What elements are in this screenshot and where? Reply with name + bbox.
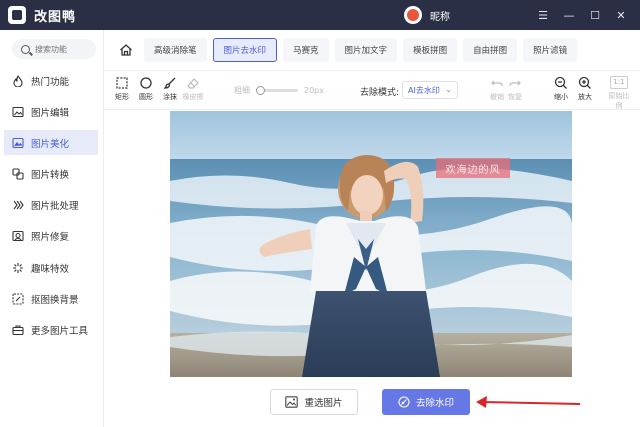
repair-icon	[12, 231, 24, 242]
maximize-icon[interactable]: ☐	[582, 0, 608, 30]
image-icon	[285, 396, 299, 408]
original-ratio-button[interactable]: 1:1 原始比例	[606, 76, 632, 111]
minimize-icon[interactable]: —	[556, 0, 582, 30]
edit-toolbar: 矩形 圆形 涂抹 橡皮擦 粗细 20px 去除模式: AI去水印 ⌄ 撤销 恢复…	[104, 70, 640, 110]
window-controls: ☰ — ☐ ✕	[530, 0, 634, 30]
zoom-out-icon	[554, 76, 567, 89]
chevron-down-icon: ⌄	[445, 85, 452, 94]
sidebar-item-image-beautify[interactable]: 图片美化	[4, 130, 98, 156]
search-input[interactable]	[35, 44, 95, 54]
circle-tool[interactable]: 圆形	[135, 76, 157, 102]
tab-advanced-eraser[interactable]: 高级消除笔	[144, 38, 207, 62]
batch-icon	[13, 200, 24, 210]
circle-tool-label: 圆形	[139, 93, 153, 101]
sidebar-item-more-tools[interactable]: 更多图片工具	[4, 318, 98, 343]
eraser-tool-label: 橡皮擦	[182, 93, 204, 101]
watermark-text[interactable]: 欢海边的风	[436, 158, 510, 178]
canvas-area: 欢海边的风 重选图片 去除水印	[104, 111, 640, 427]
rect-tool-label: 矩形	[115, 93, 129, 101]
image-edit-icon	[12, 106, 24, 117]
user-name[interactable]: 昵称	[430, 8, 450, 23]
reselect-image-button[interactable]: 重选图片	[270, 389, 358, 415]
redo-label: 恢复	[508, 93, 522, 101]
tab-add-text[interactable]: 图片加文字	[334, 38, 398, 62]
app-title: 改图鸭	[34, 9, 77, 25]
redo-button[interactable]: 恢复	[504, 76, 526, 102]
zoom-out-button[interactable]: 缩小	[550, 76, 572, 102]
sidebar-item-image-edit[interactable]: 图片编辑	[4, 99, 98, 124]
sidebar-item-label: 图片批处理	[31, 201, 79, 213]
remove-mode-select[interactable]: AI去水印 ⌄	[402, 81, 458, 99]
sidebar-item-batch[interactable]: 图片批处理	[4, 193, 98, 218]
tab-photo-filter[interactable]: 照片滤镜	[523, 38, 578, 62]
undo-icon	[491, 80, 503, 87]
brush-size-value: 20px	[304, 86, 324, 95]
ratio-label: 原始比例	[608, 92, 630, 110]
user-profile[interactable]: 昵称	[404, 5, 450, 25]
zoom-in-label: 放大	[578, 93, 592, 101]
home-icon[interactable]	[114, 38, 138, 62]
sidebar-item-convert[interactable]: 图片转换	[4, 162, 98, 187]
tab-mosaic[interactable]: 马赛克	[283, 38, 329, 62]
remove-mode-label: 去除模式:	[360, 88, 400, 98]
convert-icon	[12, 168, 24, 180]
slider-handle[interactable]	[256, 86, 265, 95]
sidebar-item-label: 图片美化	[31, 138, 70, 150]
title-bar: 改图鸭 昵称 ☰ — ☐ ✕	[0, 0, 640, 30]
sidebar-item-label: 图片编辑	[31, 107, 70, 119]
brush-size-label: 粗细	[234, 86, 250, 95]
hot-icon	[13, 74, 23, 87]
image-beautify-icon	[12, 137, 24, 148]
search-icon	[21, 44, 30, 54]
cutout-icon	[12, 293, 24, 305]
sidebar-item-repair[interactable]: 照片修复	[4, 224, 98, 249]
reselect-label: 重选图片	[304, 398, 343, 409]
remove-label: 去除水印	[415, 398, 454, 409]
zoom-in-icon	[578, 76, 591, 89]
brush-icon	[163, 77, 176, 89]
photo-canvas[interactable]: 欢海边的风	[170, 111, 572, 377]
zoom-in-button[interactable]: 放大	[574, 76, 596, 102]
zoom-out-label: 缩小	[554, 93, 568, 101]
search-box[interactable]	[12, 39, 96, 59]
menu-icon[interactable]: ☰	[530, 0, 556, 30]
feature-tabs: 高级消除笔 图片去水印 马赛克 图片加文字 模板拼图 自由拼图 照片滤镜	[104, 30, 640, 70]
sidebar-item-label: 趣味特效	[31, 263, 70, 275]
rect-select-icon	[116, 77, 128, 89]
sidebar: 热门功能 图片编辑 图片美化 图片转换 图片批处理 照片修复 趣味特效 抠图换	[0, 30, 104, 427]
sidebar-item-label: 图片转换	[31, 170, 70, 182]
red-arrow-annotation	[476, 396, 581, 408]
sidebar-item-label: 抠图换背景	[31, 294, 79, 306]
avatar[interactable]	[404, 6, 422, 24]
brush-tool-label: 涂抹	[163, 93, 177, 101]
brush-size-slider[interactable]	[256, 86, 298, 95]
redo-icon	[509, 80, 521, 87]
sidebar-item-label: 热门功能	[31, 76, 70, 88]
ratio-badge: 1:1	[610, 76, 628, 89]
rect-tool[interactable]: 矩形	[111, 76, 133, 102]
eraser-icon	[187, 78, 199, 89]
app-logo-icon	[8, 6, 26, 24]
sidebar-item-cutout[interactable]: 抠图换背景	[4, 286, 98, 311]
sidebar-item-effects[interactable]: 趣味特效	[4, 255, 98, 280]
close-icon[interactable]: ✕	[608, 0, 634, 30]
effects-icon	[13, 262, 23, 273]
tab-free-collage[interactable]: 自由拼图	[463, 38, 518, 62]
eraser-tool[interactable]: 橡皮擦	[182, 76, 204, 102]
brush-tool[interactable]: 涂抹	[159, 76, 181, 102]
sidebar-item-label: 照片修复	[31, 232, 70, 244]
brush-size-control: 粗细 20px	[234, 85, 324, 96]
sidebar-item-label: 更多图片工具	[31, 326, 89, 337]
remove-icon	[398, 396, 410, 408]
sidebar-nav: 热门功能 图片编辑 图片美化 图片转换 图片批处理 照片修复 趣味特效 抠图换背…	[4, 68, 98, 349]
tab-template-collage[interactable]: 模板拼图	[403, 38, 458, 62]
circle-icon	[140, 77, 152, 89]
remove-watermark-button[interactable]: 去除水印	[382, 389, 470, 415]
remove-mode-value: AI去水印	[408, 85, 440, 95]
toolbox-icon	[12, 325, 24, 336]
tab-remove-watermark[interactable]: 图片去水印	[212, 38, 278, 62]
sidebar-item-hot[interactable]: 热门功能	[4, 68, 98, 93]
beach-photo	[170, 111, 572, 377]
